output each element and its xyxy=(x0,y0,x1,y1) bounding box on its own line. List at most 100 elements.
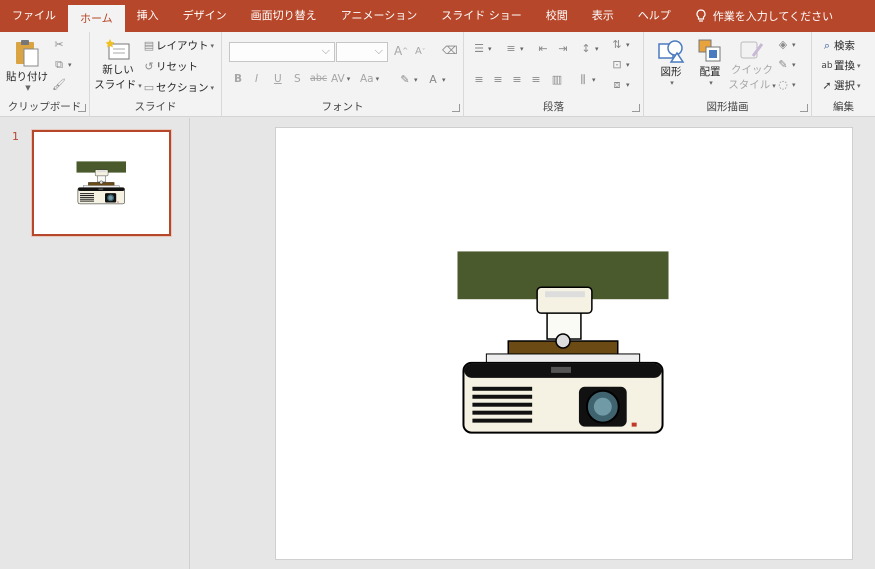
replace-icon: ab xyxy=(821,60,833,71)
replace-button[interactable]: ab 置換 ▾ xyxy=(820,58,860,73)
paragraph-dialog-launcher[interactable] xyxy=(632,104,640,112)
change-case-label: Aa xyxy=(360,73,374,85)
highlight-button[interactable]: ✎ ▾ xyxy=(398,73,417,86)
tab-insert[interactable]: 挿入 xyxy=(125,0,171,32)
shapes-button[interactable]: 図形 ▾ xyxy=(652,38,690,87)
clipboard-group-label: クリップボード xyxy=(7,101,82,113)
tab-transitions[interactable]: 画面切り替え xyxy=(239,0,329,32)
shape-fill-button[interactable]: ◈ ▾ xyxy=(776,38,796,51)
group-editing: ⌕ 検索 ab 置換 ▾ ➚ 選択 ▾ 編集 xyxy=(812,32,875,117)
reset-button[interactable]: ↺ リセット xyxy=(142,59,198,74)
eraser-icon: ⌫ xyxy=(442,44,458,57)
font-dialog-launcher[interactable] xyxy=(452,104,460,112)
outdent-icon: ⇤ xyxy=(538,42,548,55)
align-left-icon: ≡ xyxy=(474,73,484,86)
group-paragraph: ☰ ▾ ≡ ▾ ⇤ ⇥ ↕ ▾ ⇅ ▾ ⊡ ▾ ⧈ ▾ ≡ ≡ ≡ ≡ ▥ ⫼ ▾ 段落 xyxy=(464,32,644,117)
bold-button[interactable]: B xyxy=(234,73,242,85)
pen-icon: ✎ xyxy=(778,58,788,71)
columns-icon: ⫼ xyxy=(580,73,586,86)
smartart-button[interactable]: ⧈ ▾ xyxy=(610,78,630,92)
distribute-icon: ▥ xyxy=(551,73,563,86)
numbering-button[interactable]: ≡ ▾ xyxy=(504,42,523,55)
clipboard-dialog-launcher[interactable] xyxy=(78,104,86,112)
font-color-icon: A xyxy=(429,73,437,86)
numbering-icon: ≡ xyxy=(506,42,516,55)
char-spacing-button[interactable]: AV ▾ xyxy=(331,73,350,85)
find-label: 検索 xyxy=(834,40,855,52)
cut-button[interactable]: ✂ xyxy=(52,38,66,51)
italic-button[interactable]: I xyxy=(255,73,258,85)
tell-me-box[interactable]: 作業を入力してください xyxy=(683,0,833,32)
projector-illustration[interactable] xyxy=(276,128,852,559)
find-button[interactable]: ⌕ 検索 xyxy=(820,38,855,53)
format-painter-button[interactable]: 🖌 xyxy=(52,78,66,91)
align-text-button[interactable]: ⊡ ▾ xyxy=(610,58,629,71)
align-left-button[interactable]: ≡ xyxy=(472,73,486,86)
group-clipboard: 貼り付け ▼ ✂ ⧉ ▾ 🖌 クリップボード xyxy=(0,32,90,117)
new-slide-label-2: スライド xyxy=(94,79,137,91)
shape-outline-button[interactable]: ✎ ▾ xyxy=(776,58,795,71)
font-color-button[interactable]: A ▾ xyxy=(426,73,445,86)
new-slide-button[interactable]: 新しい スライド ▾ xyxy=(94,38,142,92)
grow-font-label: A xyxy=(394,44,403,58)
layout-button[interactable]: ▤ レイアウト ▾ xyxy=(142,38,214,53)
grow-font-button[interactable]: A ^ xyxy=(394,44,408,58)
increase-indent-button[interactable]: ⇥ xyxy=(556,42,570,55)
font-name-combo[interactable] xyxy=(229,42,335,62)
reset-label: リセット xyxy=(156,61,198,73)
tab-design[interactable]: デザイン xyxy=(171,0,239,32)
line-spacing-button[interactable]: ↕ ▾ xyxy=(579,42,598,55)
font-size-combo[interactable] xyxy=(336,42,388,62)
drawing-dialog-launcher[interactable] xyxy=(800,104,808,112)
quick-styles-button[interactable]: クイック スタイル ▾ xyxy=(728,38,776,92)
tab-animations[interactable]: アニメーション xyxy=(329,0,430,32)
paste-icon xyxy=(16,40,39,67)
arrange-button[interactable]: 配置 ▾ xyxy=(692,38,728,87)
shape-effects-button[interactable]: ◌ ▾ xyxy=(776,78,795,91)
ribbon-tab-bar: ファイル ホーム 挿入 デザイン 画面切り替え アニメーション スライド ショー… xyxy=(0,0,875,32)
tab-review[interactable]: 校閲 xyxy=(534,0,580,32)
slide-thumbnail-1[interactable] xyxy=(32,130,171,236)
slide-number: 1 xyxy=(12,130,19,143)
align-center-icon: ≡ xyxy=(493,73,503,86)
decrease-indent-button[interactable]: ⇤ xyxy=(536,42,550,55)
columns-button[interactable]: ⫼ ▾ xyxy=(576,73,595,87)
paragraph-group-label: 段落 xyxy=(543,101,564,113)
copy-button[interactable]: ⧉ ▾ xyxy=(52,58,71,72)
reset-icon: ↺ xyxy=(144,60,154,73)
text-direction-button[interactable]: ⇅ ▾ xyxy=(610,38,629,51)
effects-icon: ◌ xyxy=(778,78,788,91)
underline-button[interactable]: U xyxy=(274,73,282,85)
align-right-icon: ≡ xyxy=(512,73,522,86)
clear-format-button[interactable]: ⌫ xyxy=(442,44,458,57)
shrink-font-button[interactable]: Aˇ xyxy=(415,46,425,57)
justify-button[interactable]: ≡ xyxy=(529,73,543,86)
tab-file[interactable]: ファイル xyxy=(0,0,68,32)
slide-canvas[interactable] xyxy=(275,127,853,560)
align-right-button[interactable]: ≡ xyxy=(510,73,524,86)
tab-home[interactable]: ホーム xyxy=(68,5,125,32)
drawing-group-label: 図形描画 xyxy=(706,101,749,113)
align-text-icon: ⊡ xyxy=(612,58,622,71)
group-slides: 新しい スライド ▾ ▤ レイアウト ▾ ↺ リセット ▭ セクション ▾ スライド xyxy=(90,32,222,117)
tab-help[interactable]: ヘルプ xyxy=(626,0,683,32)
section-button[interactable]: ▭ セクション ▾ xyxy=(142,80,214,95)
bullets-button[interactable]: ☰ ▾ xyxy=(472,42,491,55)
group-drawing: 図形 ▾ 配置 ▾ クイック スタイル ▾ ◈ ▾ ✎ ▾ ◌ ▾ 図形描画 xyxy=(644,32,812,117)
tab-slideshow[interactable]: スライド ショー xyxy=(429,0,534,32)
change-case-button[interactable]: Aa ▾ xyxy=(360,73,379,85)
align-center-button[interactable]: ≡ xyxy=(491,73,505,86)
shadow-button[interactable]: S xyxy=(294,73,301,85)
select-button[interactable]: ➚ 選択 ▾ xyxy=(820,78,860,93)
char-spacing-label: AV xyxy=(331,73,345,85)
select-label: 選択 xyxy=(834,80,855,92)
slide-editor-area xyxy=(191,118,875,569)
tab-view[interactable]: 表示 xyxy=(580,0,626,32)
paste-button[interactable]: 貼り付け ▼ xyxy=(6,38,48,92)
arrange-icon xyxy=(698,39,721,62)
copy-icon: ⧉ xyxy=(55,58,63,71)
strikethrough-button[interactable]: abc xyxy=(310,73,327,84)
distribute-button[interactable]: ▥ xyxy=(550,73,564,86)
ribbon: 貼り付け ▼ ✂ ⧉ ▾ 🖌 クリップボード 新しい スライド ▾ ▤ レイアウト ▾ … xyxy=(0,32,875,117)
line-spacing-icon: ↕ xyxy=(581,42,591,55)
